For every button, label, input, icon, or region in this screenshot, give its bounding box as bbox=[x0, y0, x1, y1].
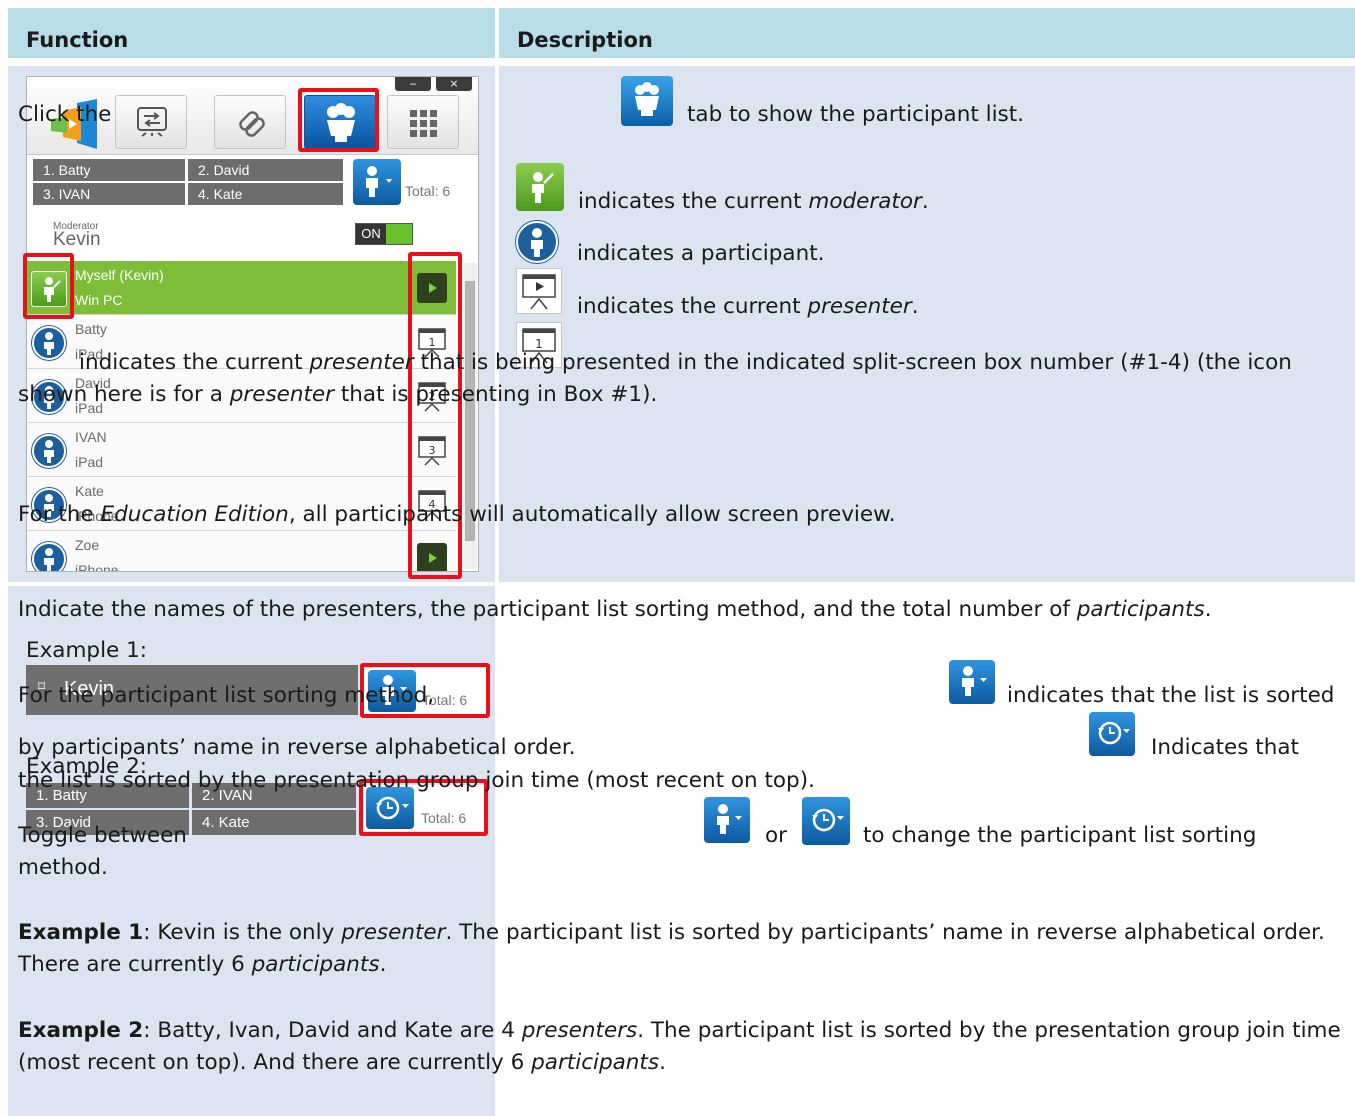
participant-name: Batty bbox=[75, 321, 107, 337]
presenter-slot-4: 4. Kate bbox=[188, 183, 343, 205]
participant-device: iPhone bbox=[75, 562, 119, 572]
moderator-toggle[interactable]: ON bbox=[355, 223, 413, 245]
presenter-legend-text: indicates the current presenter. bbox=[577, 294, 919, 319]
presenter-slot-2: 2. David bbox=[188, 159, 343, 181]
participant-row[interactable]: Myself (Kevin) Win PC bbox=[27, 261, 456, 315]
function-column-header: Function bbox=[8, 8, 495, 58]
total-count: Total: 6 bbox=[405, 183, 451, 199]
click-post-text: tab to show the participant list. bbox=[687, 102, 1025, 127]
participant-legend-icon bbox=[516, 221, 558, 263]
toggle-sort-name-icon bbox=[704, 797, 750, 843]
presenter-slot-1: 1. Batty bbox=[33, 159, 185, 181]
participant-device: Win PC bbox=[75, 292, 123, 308]
participant-row[interactable]: IVAN iPad 3 bbox=[27, 423, 456, 477]
example-1-description: Example 1: Kevin is the only presenter. … bbox=[18, 920, 1325, 977]
toggle-knob bbox=[386, 224, 412, 244]
sort-mid1-text: indicates that the list is sorted bbox=[1007, 683, 1335, 708]
moderator-legend-text: indicates the current moderator. bbox=[578, 189, 929, 214]
example-2-description: Example 2: Batty, Ivan, David and Kate a… bbox=[18, 1018, 1341, 1075]
toggle-on-label: ON bbox=[356, 224, 386, 244]
description-column-header: Description bbox=[499, 8, 1355, 58]
toggle-end-text: method. bbox=[18, 855, 108, 880]
presenter-legend-icon bbox=[516, 268, 562, 314]
moderator-name: Kevin bbox=[53, 229, 101, 250]
presenter-slot-3: 3. IVAN bbox=[33, 183, 185, 205]
participant-avatar-icon bbox=[32, 434, 66, 468]
participant-device: iPad bbox=[75, 454, 104, 470]
sort-by-name-button[interactable] bbox=[353, 159, 401, 205]
participant-name: IVAN bbox=[75, 429, 107, 445]
participant-legend-text: indicates a participant. bbox=[577, 241, 825, 266]
participant-name: Kate bbox=[75, 483, 104, 499]
participant-avatar-icon bbox=[32, 542, 66, 571]
education-edition-text: For the Education Edition, all participa… bbox=[18, 502, 896, 527]
person-sort-icon bbox=[366, 166, 392, 197]
close-button[interactable]: × bbox=[436, 77, 472, 91]
sort-mid3-text: Indicates that bbox=[1151, 735, 1299, 760]
sort-by-time-inline-icon bbox=[1089, 712, 1135, 756]
moderator-legend-icon bbox=[516, 163, 564, 211]
presenter-box-legend-text: indicates the current presenter that is … bbox=[18, 350, 1292, 407]
sort-mid2-text: by participants’ name in reverse alphabe… bbox=[18, 735, 576, 760]
highlight-moderator-icon bbox=[23, 253, 74, 319]
toggle-sort-time-icon bbox=[802, 797, 850, 845]
minimize-button[interactable]: ‒ bbox=[395, 77, 431, 91]
participant-row[interactable]: Zoe iPhone bbox=[27, 531, 456, 572]
sort-by-name-inline-icon bbox=[949, 660, 995, 704]
participant-name: Myself (Kevin) bbox=[75, 267, 164, 283]
toggle-post-text: to change the participant list sorting bbox=[863, 823, 1257, 848]
intro-text: Indicate the names of the presenters, th… bbox=[18, 597, 1212, 622]
sort-post-text: the list is sorted by the presentation g… bbox=[18, 768, 815, 793]
example-1-label: Example 1: bbox=[26, 638, 148, 663]
participant-name: Zoe bbox=[75, 537, 100, 553]
